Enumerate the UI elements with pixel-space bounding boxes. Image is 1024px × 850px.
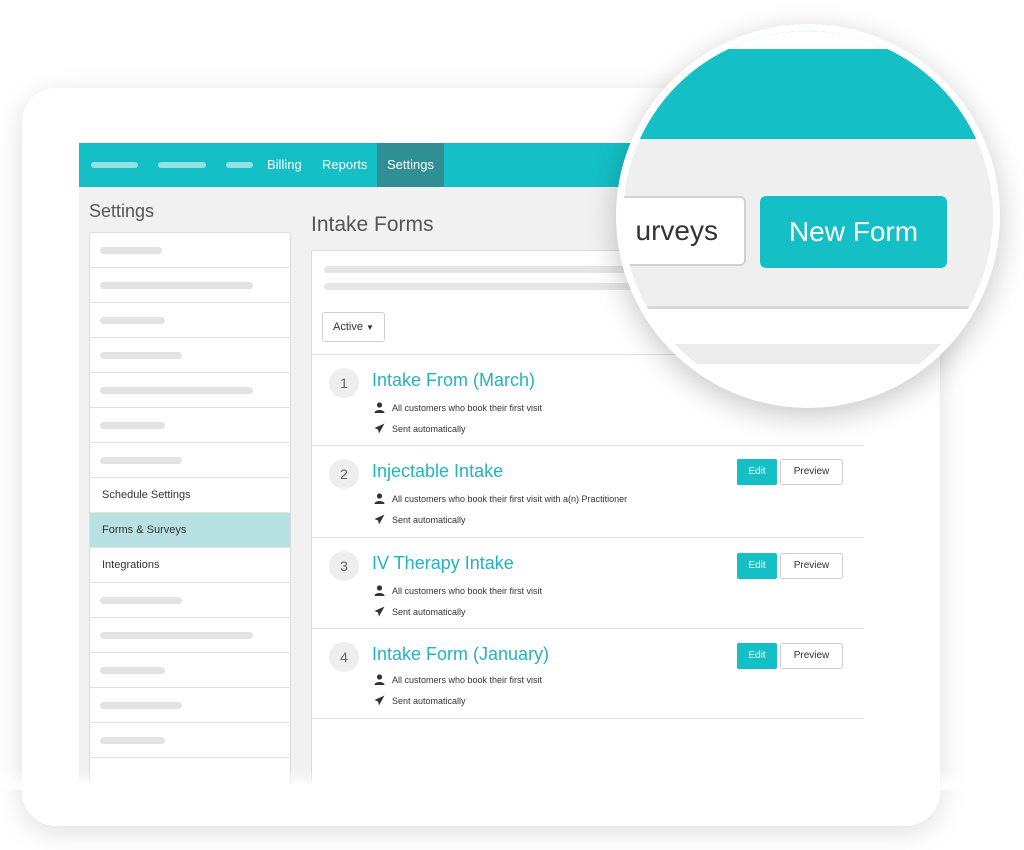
sidebar-item-placeholder[interactable] bbox=[90, 373, 290, 408]
new-form-button[interactable]: New Form bbox=[760, 196, 947, 268]
settings-heading: Settings bbox=[89, 201, 155, 221]
magnified-background bbox=[623, 31, 993, 49]
form-row: 3 IV Therapy Intake All customers who bo… bbox=[312, 537, 864, 628]
form-name-link[interactable]: IV Therapy Intake bbox=[372, 553, 514, 574]
form-name-link[interactable]: Injectable Intake bbox=[372, 461, 503, 482]
edit-button[interactable]: Edit bbox=[737, 643, 777, 669]
sidebar-item-schedule-settings[interactable]: Schedule Settings bbox=[90, 478, 290, 513]
row-number: 1 bbox=[329, 368, 359, 398]
audience-text: All customers who book their first visit bbox=[392, 586, 543, 596]
sidebar-item-placeholder[interactable] bbox=[90, 723, 290, 758]
row-number: 4 bbox=[329, 642, 359, 672]
paper-plane-icon bbox=[374, 606, 385, 617]
row-number: 2 bbox=[329, 459, 359, 489]
paper-plane-icon bbox=[374, 423, 385, 434]
sidebar-item-placeholder[interactable] bbox=[90, 408, 290, 443]
audience-text: All customers who book their first visit… bbox=[392, 494, 628, 504]
paper-plane-icon bbox=[374, 514, 385, 525]
sidebar-item-integrations[interactable]: Integrations bbox=[90, 548, 290, 583]
bottom-fade bbox=[0, 770, 1024, 790]
sidebar-item-placeholder[interactable] bbox=[90, 583, 290, 618]
audience-text: All customers who book their first visit bbox=[392, 403, 543, 413]
magnifier-content: urveys New Form bbox=[623, 31, 993, 401]
form-name-link[interactable]: Intake From (March) bbox=[372, 370, 535, 391]
nav-reports[interactable]: Reports bbox=[312, 143, 378, 187]
paper-plane-icon bbox=[374, 695, 385, 706]
caret-down-icon: ▼ bbox=[366, 323, 374, 332]
delivery-text: Sent automatically bbox=[392, 515, 466, 525]
delivery-text: Sent automatically bbox=[392, 424, 466, 434]
sidebar-item-placeholder[interactable] bbox=[90, 338, 290, 373]
preview-button[interactable]: Preview bbox=[780, 553, 843, 579]
person-icon bbox=[374, 493, 385, 504]
person-icon bbox=[374, 674, 385, 685]
settings-sidebar: Schedule Settings Forms & Surveys Integr… bbox=[89, 232, 291, 783]
forms-surveys-button[interactable]: urveys bbox=[623, 196, 746, 266]
sidebar-item-placeholder[interactable] bbox=[90, 233, 290, 268]
sidebar-item-placeholder[interactable] bbox=[90, 618, 290, 653]
nav-billing[interactable]: Billing bbox=[257, 143, 312, 187]
nav-placeholder-1 bbox=[91, 162, 138, 168]
status-filter-label: Active bbox=[333, 321, 363, 333]
edit-button[interactable]: Edit bbox=[737, 553, 777, 579]
delivery-text: Sent automatically bbox=[392, 607, 466, 617]
nav-placeholder-3 bbox=[226, 162, 253, 168]
sidebar-item-placeholder[interactable] bbox=[90, 653, 290, 688]
form-name-link[interactable]: Intake Form (January) bbox=[372, 644, 549, 665]
preview-button[interactable]: Preview bbox=[780, 643, 843, 669]
sidebar-item-placeholder[interactable] bbox=[90, 443, 290, 478]
sidebar-item-placeholder[interactable] bbox=[90, 688, 290, 723]
nav-settings[interactable]: Settings bbox=[377, 143, 444, 187]
form-row: 2 Injectable Intake All customers who bo… bbox=[312, 445, 864, 536]
person-icon bbox=[374, 402, 385, 413]
magnified-placeholder bbox=[663, 344, 963, 364]
row-number: 3 bbox=[329, 551, 359, 581]
sidebar-item-placeholder[interactable] bbox=[90, 303, 290, 338]
page-title: Intake Forms bbox=[311, 213, 434, 236]
nav-placeholder-2 bbox=[158, 162, 206, 168]
delivery-text: Sent automatically bbox=[392, 696, 466, 706]
status-filter-dropdown[interactable]: Active ▼ bbox=[322, 312, 385, 342]
sidebar-item-forms-surveys[interactable]: Forms & Surveys bbox=[90, 513, 290, 548]
preview-button[interactable]: Preview bbox=[780, 459, 843, 485]
sidebar-item-placeholder[interactable] bbox=[90, 268, 290, 303]
magnifier-callout: urveys New Form bbox=[616, 24, 1000, 408]
form-row: 4 Intake Form (January) All customers wh… bbox=[312, 628, 864, 719]
audience-text: All customers who book their first visit bbox=[392, 675, 543, 685]
edit-button[interactable]: Edit bbox=[737, 459, 777, 485]
person-icon bbox=[374, 585, 385, 596]
